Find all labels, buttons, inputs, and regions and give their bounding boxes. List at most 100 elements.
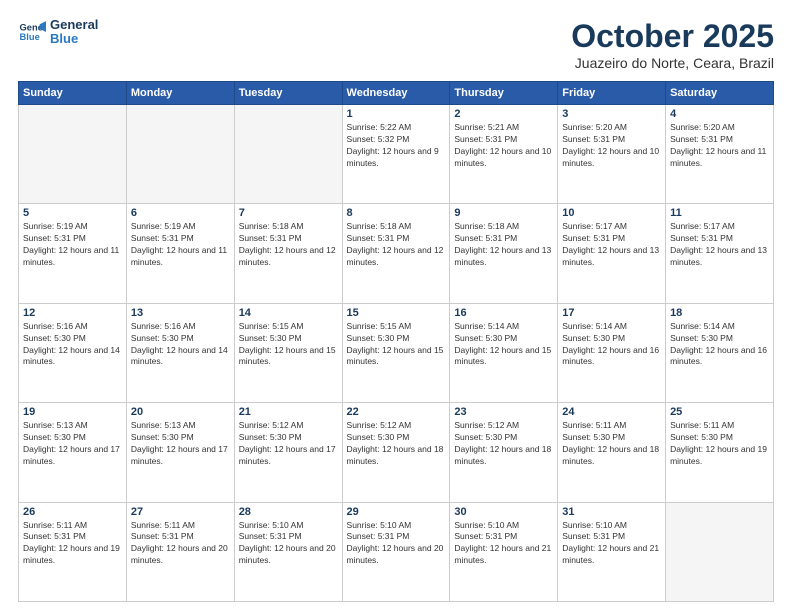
- day-number: 31: [562, 506, 661, 518]
- day-info: Sunrise: 5:13 AM Sunset: 5:30 PM Dayligh…: [23, 420, 122, 468]
- calendar-cell: 24Sunrise: 5:11 AM Sunset: 5:30 PM Dayli…: [558, 403, 666, 502]
- logo-line2: Blue: [50, 32, 98, 46]
- day-number: 7: [239, 207, 338, 219]
- calendar-cell: 21Sunrise: 5:12 AM Sunset: 5:30 PM Dayli…: [234, 403, 342, 502]
- page: General Blue General Blue October 2025 J…: [0, 0, 792, 612]
- day-info: Sunrise: 5:18 AM Sunset: 5:31 PM Dayligh…: [239, 221, 338, 269]
- day-number: 18: [670, 307, 769, 319]
- calendar-cell: 25Sunrise: 5:11 AM Sunset: 5:30 PM Dayli…: [666, 403, 774, 502]
- calendar-cell: 6Sunrise: 5:19 AM Sunset: 5:31 PM Daylig…: [126, 204, 234, 303]
- weekday-header-saturday: Saturday: [666, 82, 774, 105]
- day-info: Sunrise: 5:16 AM Sunset: 5:30 PM Dayligh…: [23, 321, 122, 369]
- day-number: 15: [347, 307, 446, 319]
- calendar-cell: 31 Sunrise: 5:10 AM Sunset: 5:31 PM Dayli…: [558, 502, 666, 601]
- day-info: Sunrise: 5:20 AM Sunset: 5:31 PM Dayligh…: [562, 122, 661, 170]
- day-info: Sunrise: 5:14 AM Sunset: 5:30 PM Dayligh…: [562, 321, 661, 369]
- calendar-cell: 26 Sunrise: 5:11 AM Sunset: 5:31 PM Dayli…: [19, 502, 127, 601]
- day-info: Sunrise: 5:18 AM Sunset: 5:31 PM Dayligh…: [347, 221, 446, 269]
- calendar: SundayMondayTuesdayWednesdayThursdayFrid…: [18, 81, 774, 602]
- calendar-cell: 13Sunrise: 5:16 AM Sunset: 5:30 PM Dayli…: [126, 303, 234, 402]
- week-row-3: 12 Sunrise: 5:16 AM Sunset: 5:30 PM Dayli…: [19, 303, 774, 402]
- day-number: 28: [239, 506, 338, 518]
- calendar-cell: 11 Sunrise: 5:17 AM Sunset: 5:31 PM Dayli…: [666, 204, 774, 303]
- day-number: 5: [23, 207, 122, 219]
- weekday-header-row: SundayMondayTuesdayWednesdayThursdayFrid…: [19, 82, 774, 105]
- day-info: Sunrise: 5:17 AM Sunset: 5:31 PM Dayligh…: [562, 221, 661, 269]
- calendar-cell: 14 Sunrise: 5:15 AM Sunset: 5:30 PM Dayli…: [234, 303, 342, 402]
- day-number: 1: [347, 108, 446, 120]
- calendar-cell: 28Sunrise: 5:10 AM Sunset: 5:31 PM Dayli…: [234, 502, 342, 601]
- day-info: Sunrise: 5:15 AM Sunset: 5:30 PM Dayligh…: [239, 321, 338, 369]
- day-info: Sunrise: 5:13 AM Sunset: 5:30 PM Dayligh…: [131, 420, 230, 468]
- logo: General Blue General Blue: [18, 18, 98, 47]
- day-number: 11: [670, 207, 769, 219]
- day-info: Sunrise: 5:11 AM Sunset: 5:31 PM Dayligh…: [131, 520, 230, 568]
- calendar-cell: [19, 105, 127, 204]
- day-number: 12: [23, 307, 122, 319]
- day-number: 22: [347, 406, 446, 418]
- calendar-cell: 1 Sunrise: 5:22 AM Sunset: 5:32 PM Daylig…: [342, 105, 450, 204]
- week-row-4: 19 Sunrise: 5:13 AM Sunset: 5:30 PM Dayli…: [19, 403, 774, 502]
- day-number: 29: [347, 506, 446, 518]
- day-info: Sunrise: 5:11 AM Sunset: 5:31 PM Dayligh…: [23, 520, 122, 568]
- day-number: 23: [454, 406, 553, 418]
- calendar-cell: 10 Sunrise: 5:17 AM Sunset: 5:31 PM Dayli…: [558, 204, 666, 303]
- calendar-cell: 19 Sunrise: 5:13 AM Sunset: 5:30 PM Dayli…: [19, 403, 127, 502]
- day-number: 9: [454, 207, 553, 219]
- calendar-cell: 23 Sunrise: 5:12 AM Sunset: 5:30 PM Dayli…: [450, 403, 558, 502]
- weekday-header-friday: Friday: [558, 82, 666, 105]
- calendar-cell: 18Sunrise: 5:14 AM Sunset: 5:30 PM Dayli…: [666, 303, 774, 402]
- month-title: October 2025: [571, 18, 774, 55]
- calendar-cell: [126, 105, 234, 204]
- day-info: Sunrise: 5:12 AM Sunset: 5:30 PM Dayligh…: [454, 420, 553, 468]
- day-number: 19: [23, 406, 122, 418]
- day-number: 20: [131, 406, 230, 418]
- day-number: 30: [454, 506, 553, 518]
- calendar-cell: 3Sunrise: 5:20 AM Sunset: 5:31 PM Daylig…: [558, 105, 666, 204]
- svg-text:Blue: Blue: [20, 32, 40, 42]
- day-info: Sunrise: 5:21 AM Sunset: 5:31 PM Dayligh…: [454, 122, 553, 170]
- calendar-cell: 27 Sunrise: 5:11 AM Sunset: 5:31 PM Dayli…: [126, 502, 234, 601]
- day-number: 27: [131, 506, 230, 518]
- day-info: Sunrise: 5:10 AM Sunset: 5:31 PM Dayligh…: [347, 520, 446, 568]
- calendar-cell: 2Sunrise: 5:21 AM Sunset: 5:31 PM Daylig…: [450, 105, 558, 204]
- day-info: Sunrise: 5:18 AM Sunset: 5:31 PM Dayligh…: [454, 221, 553, 269]
- day-info: Sunrise: 5:10 AM Sunset: 5:31 PM Dayligh…: [562, 520, 661, 568]
- day-info: Sunrise: 5:12 AM Sunset: 5:30 PM Dayligh…: [347, 420, 446, 468]
- calendar-cell: 8Sunrise: 5:18 AM Sunset: 5:31 PM Daylig…: [342, 204, 450, 303]
- weekday-header-thursday: Thursday: [450, 82, 558, 105]
- day-info: Sunrise: 5:17 AM Sunset: 5:31 PM Dayligh…: [670, 221, 769, 269]
- week-row-1: 1 Sunrise: 5:22 AM Sunset: 5:32 PM Daylig…: [19, 105, 774, 204]
- calendar-cell: [234, 105, 342, 204]
- calendar-cell: 15Sunrise: 5:15 AM Sunset: 5:30 PM Dayli…: [342, 303, 450, 402]
- day-info: Sunrise: 5:16 AM Sunset: 5:30 PM Dayligh…: [131, 321, 230, 369]
- day-info: Sunrise: 5:14 AM Sunset: 5:30 PM Dayligh…: [454, 321, 553, 369]
- calendar-cell: 22 Sunrise: 5:12 AM Sunset: 5:30 PM Dayli…: [342, 403, 450, 502]
- week-row-2: 5 Sunrise: 5:19 AM Sunset: 5:31 PM Daylig…: [19, 204, 774, 303]
- weekday-header-tuesday: Tuesday: [234, 82, 342, 105]
- day-number: 21: [239, 406, 338, 418]
- day-info: Sunrise: 5:11 AM Sunset: 5:30 PM Dayligh…: [562, 420, 661, 468]
- calendar-cell: 5 Sunrise: 5:19 AM Sunset: 5:31 PM Daylig…: [19, 204, 127, 303]
- day-number: 17: [562, 307, 661, 319]
- day-info: Sunrise: 5:22 AM Sunset: 5:32 PM Dayligh…: [347, 122, 446, 170]
- day-number: 26: [23, 506, 122, 518]
- day-number: 10: [562, 207, 661, 219]
- calendar-cell: [666, 502, 774, 601]
- location-subtitle: Juazeiro do Norte, Ceara, Brazil: [571, 55, 774, 71]
- day-info: Sunrise: 5:20 AM Sunset: 5:31 PM Dayligh…: [670, 122, 769, 170]
- calendar-cell: 29 Sunrise: 5:10 AM Sunset: 5:31 PM Dayli…: [342, 502, 450, 601]
- weekday-header-sunday: Sunday: [19, 82, 127, 105]
- header: General Blue General Blue October 2025 J…: [18, 18, 774, 71]
- day-info: Sunrise: 5:19 AM Sunset: 5:31 PM Dayligh…: [23, 221, 122, 269]
- calendar-cell: 4Sunrise: 5:20 AM Sunset: 5:31 PM Daylig…: [666, 105, 774, 204]
- week-row-5: 26 Sunrise: 5:11 AM Sunset: 5:31 PM Dayli…: [19, 502, 774, 601]
- calendar-cell: 30Sunrise: 5:10 AM Sunset: 5:31 PM Dayli…: [450, 502, 558, 601]
- logo-icon: General Blue: [18, 18, 46, 46]
- day-info: Sunrise: 5:19 AM Sunset: 5:31 PM Dayligh…: [131, 221, 230, 269]
- day-number: 14: [239, 307, 338, 319]
- calendar-cell: 20 Sunrise: 5:13 AM Sunset: 5:30 PM Dayli…: [126, 403, 234, 502]
- day-number: 16: [454, 307, 553, 319]
- day-info: Sunrise: 5:11 AM Sunset: 5:30 PM Dayligh…: [670, 420, 769, 468]
- weekday-header-monday: Monday: [126, 82, 234, 105]
